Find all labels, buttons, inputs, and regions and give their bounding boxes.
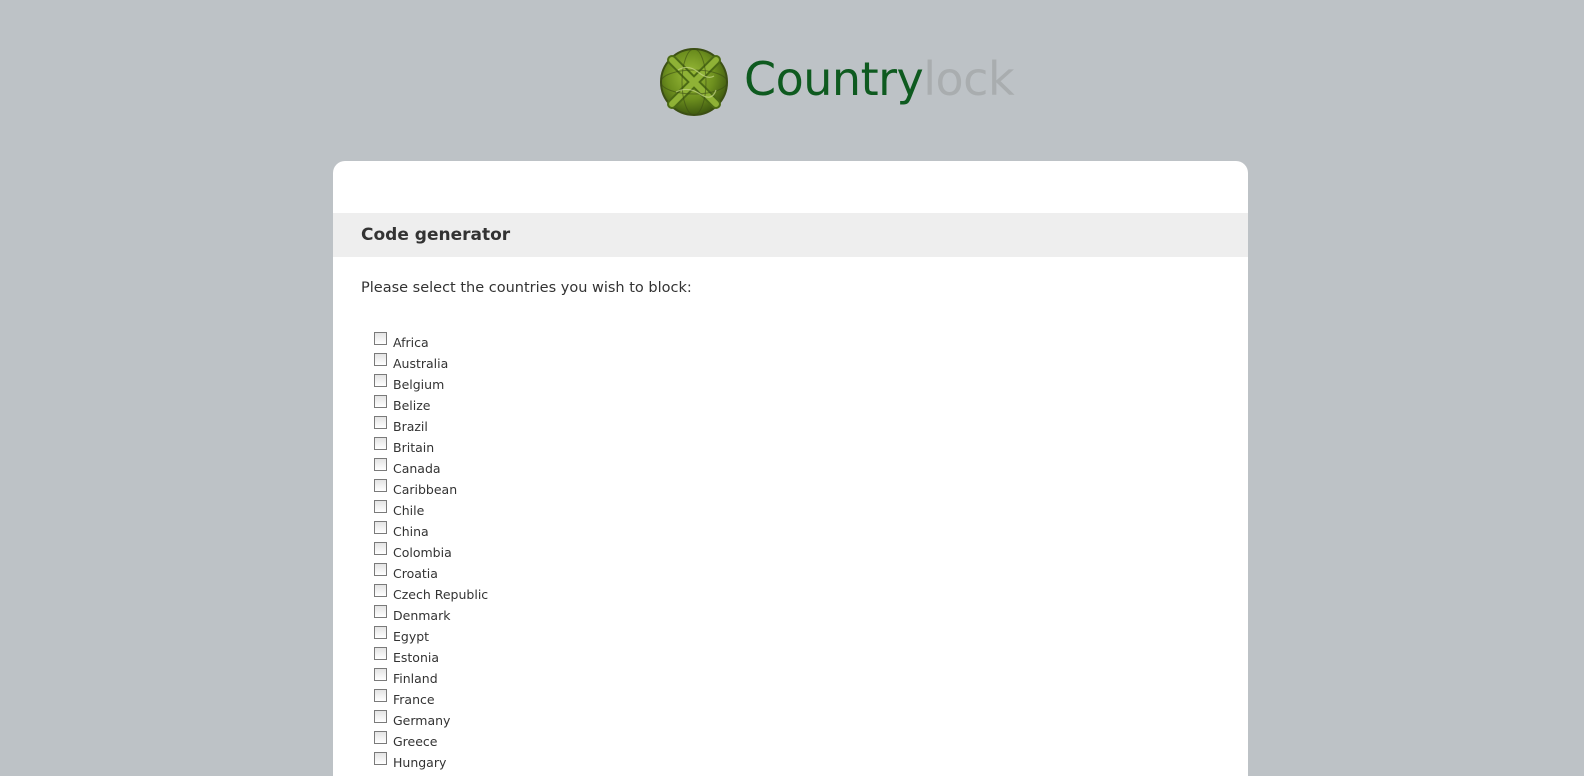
- country-label[interactable]: Britain: [393, 440, 434, 455]
- section-header: Code generator: [333, 213, 1248, 257]
- country-label[interactable]: Germany: [393, 713, 450, 728]
- country-checkbox[interactable]: [374, 479, 387, 492]
- country-label[interactable]: Caribbean: [393, 482, 457, 497]
- country-label[interactable]: Africa: [393, 335, 429, 350]
- country-label[interactable]: Hungary: [393, 755, 446, 770]
- country-checkbox[interactable]: [374, 731, 387, 744]
- country-checkbox-list: Africa Australia Belgium Belize Brazil Britai…: [374, 331, 488, 772]
- country-checkbox[interactable]: [374, 374, 387, 387]
- header: Countrylock: [0, 0, 1584, 150]
- country-option[interactable]: Australia: [374, 352, 488, 373]
- section-title: Code generator: [361, 225, 511, 245]
- country-option[interactable]: France: [374, 688, 488, 709]
- country-label[interactable]: Australia: [393, 356, 448, 371]
- country-checkbox[interactable]: [374, 332, 387, 345]
- brand-main: Country: [744, 52, 924, 106]
- country-option[interactable]: Belize: [374, 394, 488, 415]
- country-checkbox[interactable]: [374, 416, 387, 429]
- country-option[interactable]: Brazil: [374, 415, 488, 436]
- country-option[interactable]: Czech Republic: [374, 583, 488, 604]
- country-checkbox[interactable]: [374, 563, 387, 576]
- country-label[interactable]: Croatia: [393, 566, 438, 581]
- country-label[interactable]: Brazil: [393, 419, 428, 434]
- country-label[interactable]: Estonia: [393, 650, 439, 665]
- country-option[interactable]: Hungary: [374, 751, 488, 772]
- country-label[interactable]: Greece: [393, 734, 438, 749]
- instruction-text: Please select the countries you wish to …: [361, 280, 692, 296]
- country-option[interactable]: Croatia: [374, 562, 488, 583]
- country-checkbox[interactable]: [374, 752, 387, 765]
- country-option[interactable]: Belgium: [374, 373, 488, 394]
- country-label[interactable]: Finland: [393, 671, 438, 686]
- country-option[interactable]: Denmark: [374, 604, 488, 625]
- country-checkbox[interactable]: [374, 668, 387, 681]
- country-label[interactable]: Egypt: [393, 629, 429, 644]
- country-label[interactable]: Belize: [393, 398, 430, 413]
- brand-wordmark: Countrylock: [744, 56, 1015, 102]
- country-option[interactable]: Caribbean: [374, 478, 488, 499]
- country-option[interactable]: Africa: [374, 331, 488, 352]
- brand-sub: lock: [923, 52, 1015, 106]
- country-label[interactable]: China: [393, 524, 429, 539]
- country-label[interactable]: Canada: [393, 461, 441, 476]
- country-checkbox[interactable]: [374, 458, 387, 471]
- page: Countrylock Code generator Please select…: [0, 0, 1584, 776]
- country-checkbox[interactable]: [374, 710, 387, 723]
- content-card: Code generator Please select the countri…: [333, 161, 1248, 776]
- country-label[interactable]: Chile: [393, 503, 424, 518]
- country-checkbox[interactable]: [374, 689, 387, 702]
- country-checkbox[interactable]: [374, 395, 387, 408]
- country-option[interactable]: Colombia: [374, 541, 488, 562]
- country-checkbox[interactable]: [374, 353, 387, 366]
- country-option[interactable]: Britain: [374, 436, 488, 457]
- country-option[interactable]: Greece: [374, 730, 488, 751]
- country-checkbox[interactable]: [374, 605, 387, 618]
- country-option[interactable]: Germany: [374, 709, 488, 730]
- country-option[interactable]: Finland: [374, 667, 488, 688]
- country-checkbox[interactable]: [374, 584, 387, 597]
- country-checkbox[interactable]: [374, 647, 387, 660]
- country-checkbox[interactable]: [374, 542, 387, 555]
- globe-lock-icon: [660, 48, 728, 116]
- country-checkbox[interactable]: [374, 626, 387, 639]
- country-checkbox[interactable]: [374, 521, 387, 534]
- country-option[interactable]: China: [374, 520, 488, 541]
- country-checkbox[interactable]: [374, 500, 387, 513]
- country-label[interactable]: Czech Republic: [393, 587, 488, 602]
- logo-link[interactable]: Countrylock: [658, 46, 1015, 118]
- country-label[interactable]: Belgium: [393, 377, 444, 392]
- country-option[interactable]: Chile: [374, 499, 488, 520]
- country-checkbox[interactable]: [374, 437, 387, 450]
- country-option[interactable]: Egypt: [374, 625, 488, 646]
- country-label[interactable]: Colombia: [393, 545, 452, 560]
- country-label[interactable]: France: [393, 692, 435, 707]
- country-option[interactable]: Canada: [374, 457, 488, 478]
- country-label[interactable]: Denmark: [393, 608, 450, 623]
- country-option[interactable]: Estonia: [374, 646, 488, 667]
